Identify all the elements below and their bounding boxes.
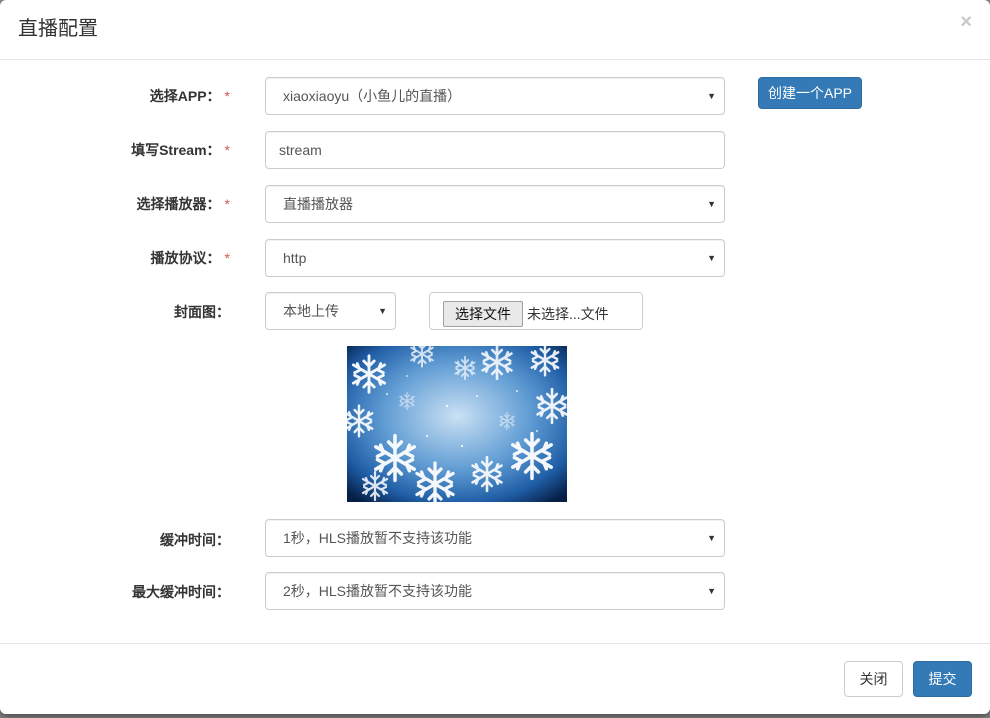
chevron-down-icon: ▼ <box>707 586 716 596</box>
protocol-label: 播放协议： * <box>150 250 230 266</box>
protocol-select-value: http <box>283 250 307 266</box>
buffer-select[interactable]: 1秒，HLS播放暂不支持该功能 ▼ <box>265 519 725 557</box>
footer-divider <box>0 643 990 644</box>
protocol-select[interactable]: http ▼ <box>265 239 725 277</box>
required-mark: * <box>224 250 230 266</box>
max-buffer-select-value: 2秒，HLS播放暂不支持该功能 <box>283 583 473 599</box>
file-upload: 选择文件 未选择...文件 <box>429 292 643 330</box>
live-config-modal: 直播配置 × 选择APP： * xiaoxiaoyu（小鱼儿的直播） ▼ 创建一个… <box>0 0 990 714</box>
modal-header: 直播配置 × <box>0 0 990 60</box>
stream-label: 填写Stream： * <box>131 142 230 158</box>
submit-button[interactable]: 提交 <box>913 661 972 697</box>
required-mark: * <box>224 88 230 104</box>
file-status: 未选择...文件 <box>527 306 609 322</box>
chevron-down-icon: ▼ <box>707 199 716 209</box>
close-icon[interactable]: × <box>960 12 972 32</box>
modal-title: 直播配置 <box>18 18 98 40</box>
cover-source-select[interactable]: 本地上传 ▼ <box>265 292 396 330</box>
player-select-value: 直播播放器 <box>283 196 353 212</box>
stream-input-value: stream <box>279 142 322 158</box>
chevron-down-icon: ▼ <box>707 533 716 543</box>
player-label: 选择播放器： * <box>136 196 230 212</box>
max-buffer-select[interactable]: 2秒，HLS播放暂不支持该功能 ▼ <box>265 572 725 610</box>
create-app-button[interactable]: 创建一个APP <box>758 77 862 109</box>
required-mark: * <box>224 196 230 212</box>
app-select[interactable]: xiaoxiaoyu（小鱼儿的直播） ▼ <box>265 77 725 115</box>
buffer-label: 缓冲时间： <box>160 532 230 548</box>
cover-label: 封面图： <box>174 304 230 320</box>
chevron-down-icon: ▼ <box>378 306 387 316</box>
choose-file-button[interactable]: 选择文件 <box>443 301 523 327</box>
stream-input[interactable]: stream <box>265 131 725 169</box>
app-select-value: xiaoxiaoyu（小鱼儿的直播） <box>283 88 462 104</box>
required-mark: * <box>224 142 230 158</box>
chevron-down-icon: ▼ <box>707 91 716 101</box>
cover-source-value: 本地上传 <box>283 303 339 319</box>
close-button[interactable]: 关闭 <box>844 661 903 697</box>
max-buffer-label: 最大缓冲时间： <box>132 584 230 600</box>
snowflake-graphic <box>347 346 567 502</box>
buffer-select-value: 1秒，HLS播放暂不支持该功能 <box>283 530 473 546</box>
chevron-down-icon: ▼ <box>707 253 716 263</box>
app-label: 选择APP： * <box>149 88 230 104</box>
player-select[interactable]: 直播播放器 ▼ <box>265 185 725 223</box>
cover-image <box>347 346 567 502</box>
